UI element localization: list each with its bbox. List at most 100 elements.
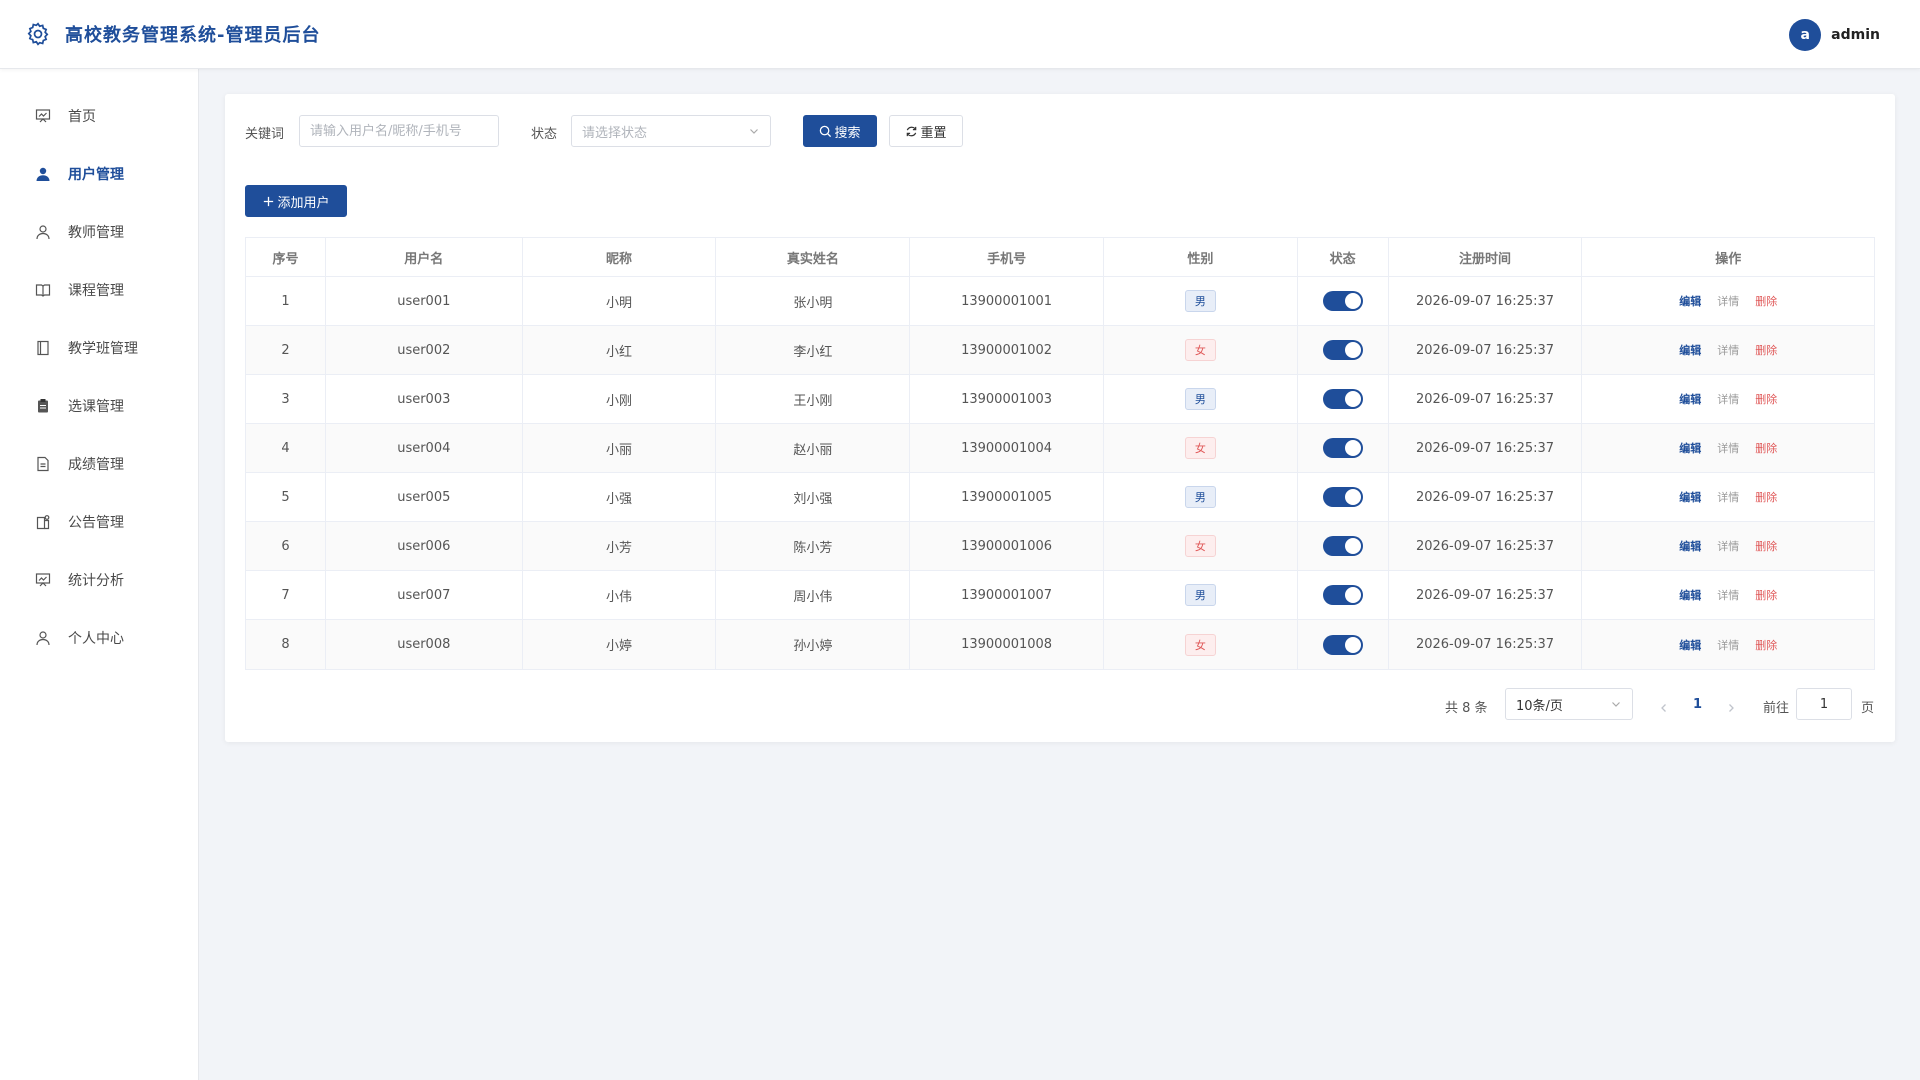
- clipboard-icon: [34, 397, 52, 415]
- status-toggle[interactable]: [1322, 389, 1363, 409]
- header-col-no: 序号: [246, 238, 326, 276]
- current-page-number[interactable]: 1: [1693, 697, 1702, 712]
- username[interactable]: admin: [1831, 27, 1880, 43]
- plus-icon: [264, 196, 274, 206]
- status-toggle[interactable]: [1322, 438, 1363, 458]
- cell-realname: 刘小强: [716, 473, 911, 521]
- cell-no: 7: [246, 571, 326, 619]
- delete-button[interactable]: 删除: [1755, 489, 1777, 505]
- cell-nickname: 小明: [523, 277, 717, 325]
- sidebar: 首页 用户管理 教师管理 课程管理 教学班管理 选课管理 成绩管理 公告管理 统…: [0, 69, 199, 1080]
- sidebar-item-enrollment[interactable]: 选课管理: [0, 384, 199, 428]
- toggle-knob: [1344, 293, 1361, 309]
- edit-button[interactable]: 编辑: [1679, 440, 1701, 456]
- row-actions: 编辑 详情 删除: [1679, 293, 1777, 309]
- header-col-time: 注册时间: [1389, 238, 1583, 276]
- cell-ops: 编辑 详情 删除: [1582, 424, 1874, 472]
- edit-button[interactable]: 编辑: [1679, 637, 1701, 653]
- cell-status: [1298, 620, 1389, 669]
- cell-status: [1298, 326, 1389, 374]
- edit-button[interactable]: 编辑: [1679, 538, 1701, 554]
- gender-tag: 女: [1184, 535, 1216, 557]
- status-toggle[interactable]: [1322, 340, 1363, 360]
- row-actions: 编辑 详情 删除: [1679, 587, 1777, 603]
- cell-gender: 女: [1104, 522, 1298, 570]
- sidebar-item-home[interactable]: 首页: [0, 94, 199, 138]
- prev-page-icon[interactable]: [1658, 699, 1670, 712]
- cell-phone: 13900001004: [910, 424, 1104, 472]
- cell-username: user004: [326, 424, 523, 472]
- status-toggle[interactable]: [1322, 487, 1363, 507]
- page-size-select[interactable]: 10条/页: [1505, 688, 1633, 720]
- avatar[interactable]: a: [1789, 19, 1822, 51]
- sidebar-item-classes[interactable]: 教学班管理: [0, 326, 199, 370]
- user-filled-icon: [34, 165, 52, 183]
- sidebar-item-courses[interactable]: 课程管理: [0, 268, 199, 312]
- keyword-input[interactable]: [299, 115, 499, 147]
- goto-page-input[interactable]: [1796, 688, 1852, 720]
- status-toggle[interactable]: [1322, 585, 1363, 605]
- sidebar-item-users[interactable]: 用户管理: [0, 152, 199, 196]
- status-select[interactable]: 请选择状态: [571, 115, 771, 147]
- cell-time: 2026-09-07 16:25:37: [1389, 620, 1583, 669]
- user-menu[interactable]: a admin: [1789, 19, 1880, 51]
- status-toggle[interactable]: [1322, 536, 1363, 556]
- edit-button[interactable]: 编辑: [1679, 489, 1701, 505]
- status-toggle[interactable]: [1322, 291, 1363, 311]
- sidebar-item-notices[interactable]: 公告管理: [0, 500, 199, 544]
- document-icon: [34, 455, 52, 473]
- delete-button[interactable]: 删除: [1755, 391, 1777, 407]
- table-header-row: 序号 用户名 昵称 真实姓名 手机号 性别 状态 注册时间 操作: [246, 238, 1874, 277]
- cell-gender: 女: [1104, 620, 1298, 669]
- sidebar-item-grades[interactable]: 成绩管理: [0, 442, 199, 486]
- detail-button[interactable]: 详情: [1717, 342, 1739, 358]
- delete-button[interactable]: 删除: [1755, 440, 1777, 456]
- delete-button[interactable]: 删除: [1755, 293, 1777, 309]
- detail-button[interactable]: 详情: [1717, 489, 1739, 505]
- edit-button[interactable]: 编辑: [1679, 391, 1701, 407]
- cell-gender: 男: [1104, 571, 1298, 619]
- gender-tag: 男: [1184, 290, 1216, 312]
- delete-button[interactable]: 删除: [1755, 587, 1777, 603]
- delete-button[interactable]: 删除: [1755, 637, 1777, 653]
- header-col-status: 状态: [1298, 238, 1389, 276]
- edit-button[interactable]: 编辑: [1679, 587, 1701, 603]
- cell-nickname: 小刚: [523, 375, 717, 423]
- row-actions: 编辑 详情 删除: [1679, 440, 1777, 456]
- gender-tag: 男: [1184, 584, 1216, 606]
- detail-button[interactable]: 详情: [1717, 538, 1739, 554]
- cell-realname: 周小伟: [716, 571, 911, 619]
- book-icon: [34, 281, 52, 299]
- next-page-icon[interactable]: [1725, 699, 1737, 712]
- cell-time: 2026-09-07 16:25:37: [1389, 326, 1583, 374]
- header-col-realname: 真实姓名: [716, 238, 911, 276]
- table-row: 7 user007 小伟 周小伟 13900001007 男 2026-09-07 16:2…: [246, 571, 1874, 620]
- detail-button[interactable]: 详情: [1717, 440, 1739, 456]
- notice-icon: [34, 513, 52, 531]
- detail-button[interactable]: 详情: [1717, 637, 1739, 653]
- detail-button[interactable]: 详情: [1717, 391, 1739, 407]
- status-toggle[interactable]: [1322, 634, 1363, 655]
- search-button[interactable]: 搜索: [803, 115, 877, 147]
- cell-phone: 13900001006: [910, 522, 1104, 570]
- detail-button[interactable]: 详情: [1717, 587, 1739, 603]
- sidebar-item-teachers[interactable]: 教师管理: [0, 210, 199, 254]
- reset-button-label: 重置: [920, 125, 947, 141]
- header-col-username: 用户名: [326, 238, 523, 276]
- sidebar-item-statistics[interactable]: 统计分析: [0, 558, 199, 602]
- cell-time: 2026-09-07 16:25:37: [1389, 375, 1583, 423]
- reset-button[interactable]: 重置: [889, 115, 963, 147]
- header-col-ops: 操作: [1715, 251, 1742, 267]
- top-header: 高校教务管理系统-管理员后台 a admin: [0, 0, 1920, 69]
- delete-button[interactable]: 删除: [1755, 342, 1777, 358]
- add-user-button[interactable]: 添加用户: [245, 185, 347, 217]
- sidebar-item-profile[interactable]: 个人中心: [0, 616, 199, 660]
- detail-button[interactable]: 详情: [1717, 293, 1739, 309]
- edit-button[interactable]: 编辑: [1679, 293, 1701, 309]
- cell-gender: 男: [1104, 473, 1298, 521]
- header-col-nickname: 昵称: [523, 238, 717, 276]
- edit-button[interactable]: 编辑: [1679, 342, 1701, 358]
- delete-button[interactable]: 删除: [1755, 538, 1777, 554]
- cell-ops: 编辑 详情 删除: [1582, 522, 1874, 570]
- status-select-placeholder: 请选择状态: [582, 125, 648, 141]
